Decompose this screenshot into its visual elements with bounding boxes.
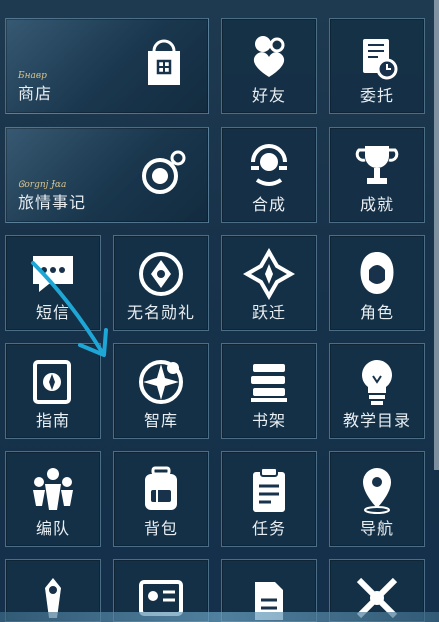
menu-label-bookshelf: 书架 <box>251 413 286 430</box>
bottom-edge-bar <box>0 612 439 622</box>
menu-label-team: 编队 <box>35 521 70 538</box>
menu-tile-database[interactable]: 智库 <box>113 343 209 439</box>
lightbulb-icon <box>351 356 403 408</box>
backpack-icon <box>135 464 187 516</box>
menu-tile-friends[interactable]: 好友 <box>221 18 317 114</box>
character-icon <box>351 248 403 300</box>
menu-tile-guide[interactable]: 指南 <box>5 343 101 439</box>
menu-tile-journey[interactable]: Ꮆorgnj Ɉɑa 旅情事记 <box>5 127 209 223</box>
menu-label-guide: 指南 <box>35 413 70 430</box>
mission-clipboard-icon <box>243 464 295 516</box>
menu-tile-tutorial[interactable]: 教学目录 <box>329 343 425 439</box>
menu-label-commission: 委托 <box>359 88 394 105</box>
synthesis-icon <box>243 140 295 192</box>
commission-clipboard-icon <box>351 31 403 83</box>
team-icon <box>27 464 79 516</box>
menu-tile-bookshelf[interactable]: 书架 <box>221 343 317 439</box>
menu-tile-team[interactable]: 编队 <box>5 451 101 547</box>
journey-orb-icon <box>138 146 190 198</box>
guide-icon <box>27 356 79 408</box>
menu-tile-medal[interactable]: 无名勋礼 <box>113 235 209 331</box>
message-icon <box>27 248 79 300</box>
menu-label-database: 智库 <box>143 413 178 430</box>
menu-tile-character[interactable]: 角色 <box>329 235 425 331</box>
menu-tile-synthesis[interactable]: 合成 <box>221 127 317 223</box>
menu-label-tutorial: 教学目录 <box>342 413 411 430</box>
menu-label-navigation: 导航 <box>359 521 394 538</box>
friends-heart-icon <box>243 31 295 83</box>
menu-label-achievement: 成就 <box>359 197 394 214</box>
menu-tile-messages[interactable]: 短信 <box>5 235 101 331</box>
bookshelf-icon <box>243 356 295 408</box>
medal-icon <box>135 248 187 300</box>
scrollbar[interactable] <box>434 0 439 470</box>
menu-label-character: 角色 <box>359 305 394 322</box>
menu-tile-achievement[interactable]: 成就 <box>329 127 425 223</box>
location-pin-icon <box>351 464 403 516</box>
menu-tile-shop[interactable]: Бнавр 商店 <box>5 18 209 114</box>
menu-label-warp: 跃迁 <box>251 305 286 322</box>
menu-label-mission: 任务 <box>251 521 286 538</box>
menu-tile-backpack[interactable]: 背包 <box>113 451 209 547</box>
menu-label-friends: 好友 <box>251 88 286 105</box>
menu-tile-commission[interactable]: 委托 <box>329 18 425 114</box>
shopping-bag-icon <box>138 37 190 89</box>
menu-label-backpack: 背包 <box>143 521 178 538</box>
menu-label-synthesis: 合成 <box>251 197 286 214</box>
menu-label-messages: 短信 <box>35 305 70 322</box>
menu-grid: Бнавр 商店 好友 委托 Ꮆorgnj Ɉɑa 旅情事记 合成 成就 短信 … <box>0 0 439 622</box>
menu-label-medal: 无名勋礼 <box>126 305 195 322</box>
warp-icon <box>242 247 296 301</box>
database-icon <box>135 356 187 408</box>
menu-tile-navigation[interactable]: 导航 <box>329 451 425 547</box>
trophy-icon <box>351 140 403 192</box>
menu-tile-mission[interactable]: 任务 <box>221 451 317 547</box>
menu-tile-warp[interactable]: 跃迁 <box>221 235 317 331</box>
